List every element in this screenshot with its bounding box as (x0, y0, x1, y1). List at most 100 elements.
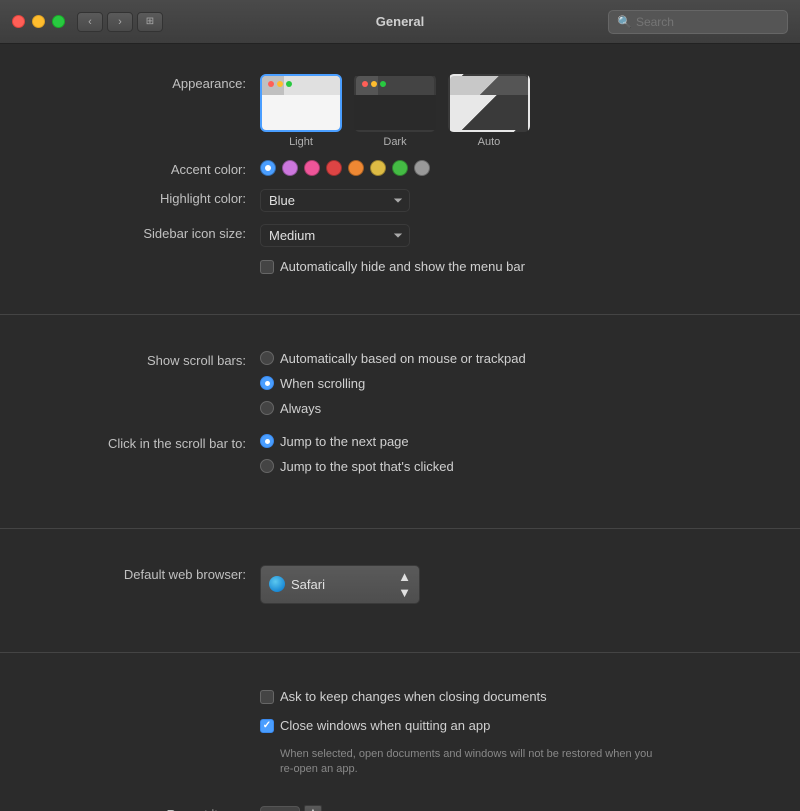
scroll-auto-radio[interactable] (260, 351, 274, 365)
default-browser-row: Default web browser: Safari ▲ ▼ (40, 565, 760, 604)
click-scroll-row: Click in the scroll bar to: Jump to the … (40, 434, 760, 480)
menu-bar-row: Automatically hide and show the menu bar (40, 259, 760, 282)
forward-button[interactable]: › (107, 12, 133, 32)
search-input[interactable] (636, 15, 779, 29)
main-content: Appearance: Light (0, 44, 800, 811)
appearance-option-light[interactable]: Light (260, 74, 342, 148)
dot-green-dark (380, 81, 386, 87)
color-swatches (260, 160, 430, 176)
appearance-name-light: Light (289, 136, 313, 148)
stepper-up[interactable]: ▲ (304, 805, 322, 811)
menu-bar-control: Automatically hide and show the menu bar (260, 259, 760, 282)
chevron-icon: ▲ ▼ (398, 569, 411, 600)
browser-section: Default web browser: Safari ▲ ▼ (0, 539, 800, 642)
appearance-option-auto[interactable]: Auto (448, 74, 530, 148)
recent-items-row: Recent items: 10 ▲ ▼ Documents, Apps, an… (40, 805, 760, 811)
default-browser-value: Safari (291, 577, 325, 592)
ask-keep-changes-row: Ask to keep changes when closing documen… (260, 689, 547, 706)
appearance-option-dark[interactable]: Dark (354, 74, 436, 148)
highlight-color-select[interactable]: Blue (260, 189, 410, 212)
highlight-color-row: Highlight color: Blue (40, 189, 760, 212)
ask-keep-changes-label: Ask to keep changes when closing documen… (280, 689, 547, 706)
thumb-dots-light (268, 81, 292, 87)
accent-color-row: Accent color: (40, 160, 760, 177)
traffic-lights (12, 15, 65, 28)
minimize-button[interactable] (32, 15, 45, 28)
documents-row: Ask to keep changes when closing documen… (40, 689, 760, 778)
scroll-always-radio[interactable] (260, 401, 274, 415)
swatch-red[interactable] (326, 160, 342, 176)
menu-bar-checkbox-row: Automatically hide and show the menu bar (260, 259, 525, 276)
recent-items-stepper: 10 ▲ ▼ (260, 805, 322, 811)
window-title: General (376, 14, 424, 29)
swatch-purple[interactable] (282, 160, 298, 176)
scroll-when-scrolling-radio[interactable] (260, 376, 274, 390)
recent-items-value: 10 (260, 806, 300, 811)
ask-keep-changes-checkbox[interactable] (260, 690, 274, 704)
scroll-auto-row: Automatically based on mouse or trackpad (260, 351, 526, 366)
swatch-orange[interactable] (348, 160, 364, 176)
nav-buttons: ‹ › (77, 12, 133, 32)
dot-yellow (277, 81, 283, 87)
dot-green (286, 81, 292, 87)
close-windows-row: Close windows when quitting an app (260, 718, 490, 735)
menu-bar-label (40, 259, 260, 261)
accent-color-label: Accent color: (40, 160, 260, 177)
stepper-arrows: ▲ ▼ (304, 805, 322, 811)
close-windows-hint: When selected, open documents and window… (280, 747, 660, 778)
swatch-green[interactable] (392, 160, 408, 176)
close-windows-label: Close windows when quitting an app (280, 718, 490, 735)
close-windows-checkbox[interactable] (260, 719, 274, 733)
show-scroll-bars-label: Show scroll bars: (40, 351, 260, 368)
default-browser-label: Default web browser: (40, 565, 260, 582)
divider-1 (0, 314, 800, 315)
appearance-thumb-auto[interactable] (448, 74, 530, 132)
documents-section: Ask to keep changes when closing documen… (0, 663, 800, 811)
maximize-button[interactable] (52, 15, 65, 28)
appearance-options: Light Dark (260, 74, 530, 148)
scroll-auto-label: Automatically based on mouse or trackpad (280, 351, 526, 366)
click-spot-radio[interactable] (260, 459, 274, 473)
grid-button[interactable]: ⊞ (137, 12, 163, 32)
appearance-thumb-dark[interactable] (354, 74, 436, 132)
divider-3 (0, 652, 800, 653)
menu-bar-checkbox-label: Automatically hide and show the menu bar (280, 259, 525, 276)
swatch-graphite[interactable] (414, 160, 430, 176)
back-button[interactable]: ‹ (77, 12, 103, 32)
search-icon: 🔍 (617, 15, 632, 29)
close-button[interactable] (12, 15, 25, 28)
swatch-blue[interactable] (260, 160, 276, 176)
default-browser-select[interactable]: Safari ▲ ▼ (260, 565, 420, 604)
swatch-yellow[interactable] (370, 160, 386, 176)
default-browser-control: Safari ▲ ▼ (260, 565, 760, 604)
documents-control: Ask to keep changes when closing documen… (260, 689, 760, 778)
titlebar: ‹ › ⊞ General 🔍 (0, 0, 800, 44)
dot-red (268, 81, 274, 87)
accent-color-control (260, 160, 760, 176)
swatch-pink[interactable] (304, 160, 320, 176)
search-box[interactable]: 🔍 (608, 10, 788, 34)
scroll-when-scrolling-row: When scrolling (260, 376, 365, 391)
documents-label (40, 689, 260, 691)
sidebar-icon-select[interactable]: Medium (260, 224, 410, 247)
menu-bar-checkbox[interactable] (260, 260, 274, 274)
click-spot-row: Jump to the spot that's clicked (260, 459, 454, 474)
sidebar-icon-select-wrapper: Medium (260, 224, 410, 247)
show-scroll-bars-row: Show scroll bars: Automatically based on… (40, 351, 760, 422)
click-scroll-label: Click in the scroll bar to: (40, 434, 260, 451)
appearance-thumb-light[interactable] (260, 74, 342, 132)
thumb-dots-dark (362, 81, 386, 87)
appearance-control: Light Dark (260, 74, 760, 148)
recent-items-label: Recent items: (40, 805, 260, 811)
appearance-name-dark: Dark (383, 136, 406, 148)
recent-items-control: 10 ▲ ▼ Documents, Apps, and Servers (260, 805, 760, 811)
scrollbars-section: Show scroll bars: Automatically based on… (0, 325, 800, 518)
click-next-row: Jump to the next page (260, 434, 409, 449)
highlight-color-select-wrapper: Blue (260, 189, 410, 212)
safari-icon (269, 576, 285, 592)
click-scroll-control: Jump to the next page Jump to the spot t… (260, 434, 760, 480)
click-next-radio[interactable] (260, 434, 274, 448)
highlight-color-label: Highlight color: (40, 189, 260, 206)
sidebar-icon-row: Sidebar icon size: Medium (40, 224, 760, 247)
click-spot-label: Jump to the spot that's clicked (280, 459, 454, 474)
